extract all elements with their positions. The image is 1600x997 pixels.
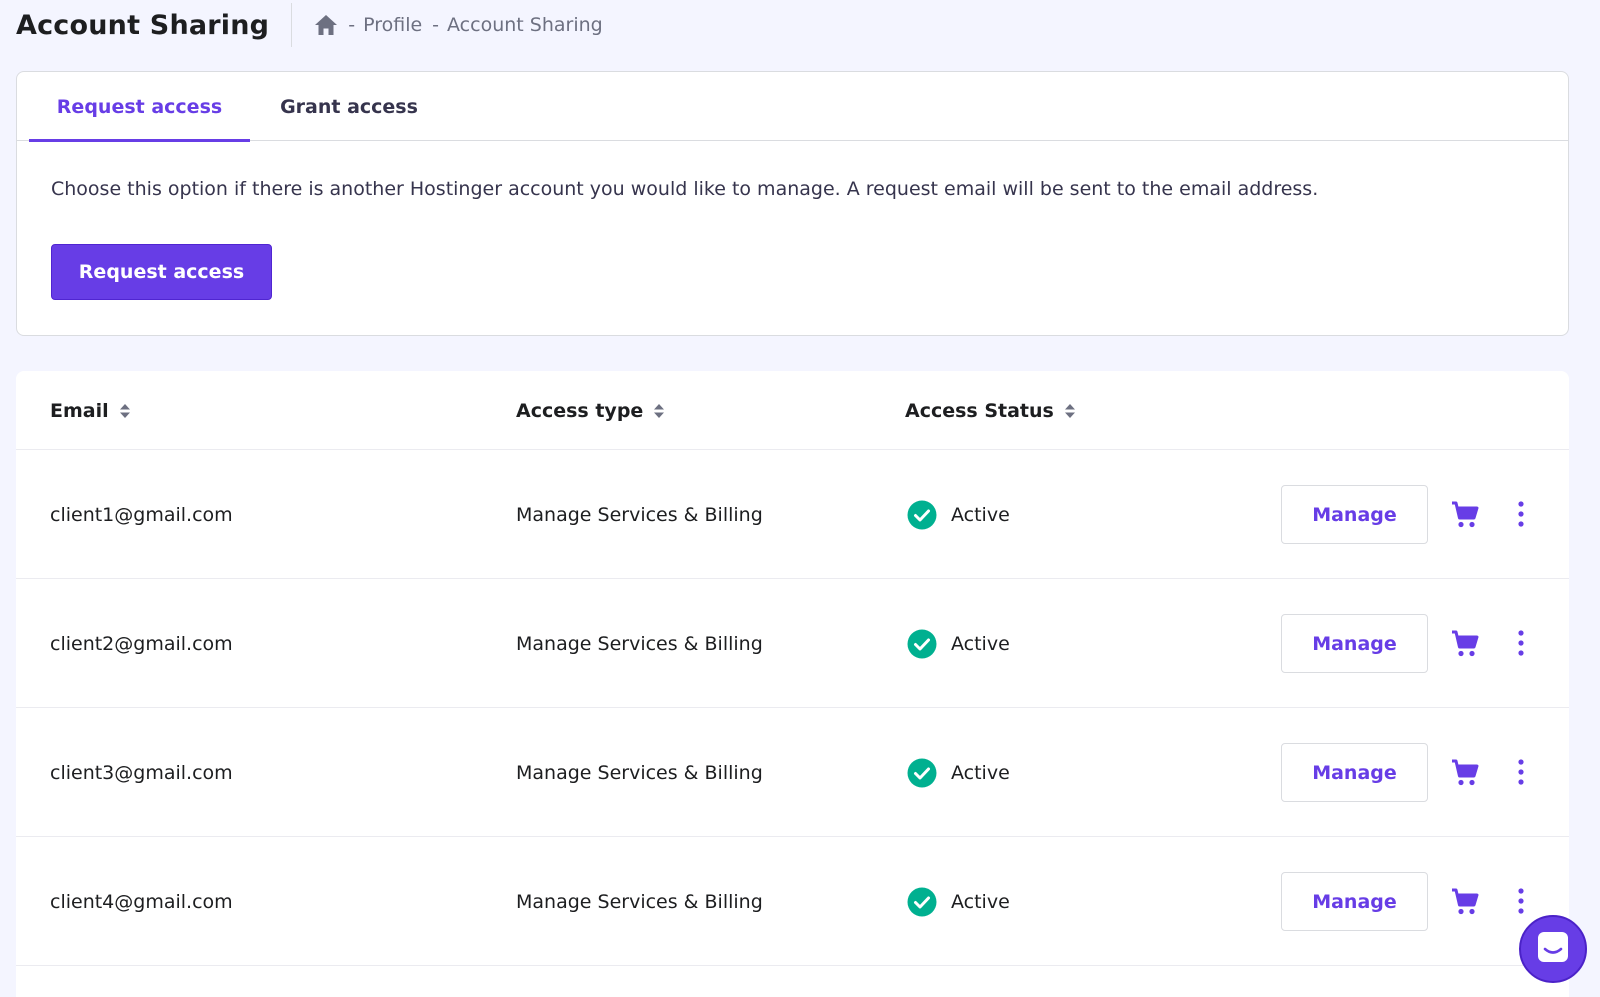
row-access-type: Manage Services & Billing xyxy=(516,503,763,526)
column-header-label: Access Status xyxy=(905,399,1054,422)
check-circle-icon xyxy=(907,887,937,917)
column-header-access-status[interactable]: Access Status xyxy=(905,371,1076,450)
breadcrumb-current: Account Sharing xyxy=(447,14,603,36)
page-header: Account Sharing - Profile - Account Shar… xyxy=(16,0,603,50)
tab-description: Choose this option if there is another H… xyxy=(51,178,1319,200)
tab-grant-access[interactable]: Grant access xyxy=(250,72,448,141)
request-access-button[interactable]: Request access xyxy=(51,244,272,300)
row-email: client2@gmail.com xyxy=(50,632,233,655)
table-row: client2@gmail.com Manage Services & Bill… xyxy=(16,579,1569,708)
status-label: Active xyxy=(951,761,1010,784)
row-email: client3@gmail.com xyxy=(50,761,233,784)
breadcrumb-separator: - xyxy=(348,14,356,36)
more-vertical-icon[interactable] xyxy=(1516,499,1526,529)
tab-bar: Request access Grant access xyxy=(17,72,1568,142)
status-label: Active xyxy=(951,632,1010,655)
manage-button[interactable]: Manage xyxy=(1281,872,1428,931)
more-vertical-icon[interactable] xyxy=(1516,757,1526,787)
column-header-label: Email xyxy=(50,399,109,422)
table-header: Email Access type Access Status xyxy=(16,371,1569,450)
access-table: Email Access type Access Status client1@ xyxy=(16,371,1569,997)
column-header-access-type[interactable]: Access type xyxy=(516,371,665,450)
manage-button[interactable]: Manage xyxy=(1281,614,1428,673)
check-circle-icon xyxy=(907,500,937,530)
sort-icon xyxy=(119,402,131,420)
row-access-type: Manage Services & Billing xyxy=(516,890,763,913)
header-divider xyxy=(291,3,293,47)
more-vertical-icon[interactable] xyxy=(1516,628,1526,658)
table-row: client4@gmail.com Manage Services & Bill… xyxy=(16,837,1569,966)
page-title: Account Sharing xyxy=(16,9,270,41)
page: Account Sharing - Profile - Account Shar… xyxy=(0,0,1600,997)
manage-button[interactable]: Manage xyxy=(1281,485,1428,544)
chat-widget-button[interactable] xyxy=(1519,915,1587,983)
cart-icon[interactable] xyxy=(1450,887,1480,917)
more-vertical-icon[interactable] xyxy=(1516,886,1526,916)
sort-icon xyxy=(1064,402,1076,420)
access-tabs-card: Request access Grant access Choose this … xyxy=(16,71,1569,336)
cart-icon[interactable] xyxy=(1450,500,1480,530)
manage-button[interactable]: Manage xyxy=(1281,743,1428,802)
cart-icon[interactable] xyxy=(1450,629,1480,659)
check-circle-icon xyxy=(907,629,937,659)
breadcrumb: - Profile - Account Sharing xyxy=(314,14,603,36)
row-status: Active xyxy=(907,579,1010,708)
breadcrumb-profile[interactable]: Profile xyxy=(363,14,422,36)
row-email: client4@gmail.com xyxy=(50,890,233,913)
column-header-email[interactable]: Email xyxy=(50,371,131,450)
breadcrumb-separator: - xyxy=(432,14,440,36)
status-label: Active xyxy=(951,890,1010,913)
row-access-type: Manage Services & Billing xyxy=(516,761,763,784)
row-status: Active xyxy=(907,837,1010,966)
chat-icon xyxy=(1535,929,1571,969)
home-icon[interactable] xyxy=(314,14,338,36)
tab-request-access[interactable]: Request access xyxy=(29,72,250,142)
row-email: client1@gmail.com xyxy=(50,503,233,526)
cart-icon[interactable] xyxy=(1450,758,1480,788)
status-label: Active xyxy=(951,503,1010,526)
check-circle-icon xyxy=(907,758,937,788)
row-access-type: Manage Services & Billing xyxy=(516,632,763,655)
row-status: Active xyxy=(907,708,1010,837)
table-row: client1@gmail.com Manage Services & Bill… xyxy=(16,450,1569,579)
column-header-label: Access type xyxy=(516,399,644,422)
row-status: Active xyxy=(907,450,1010,579)
table-row: client3@gmail.com Manage Services & Bill… xyxy=(16,708,1569,837)
sort-icon xyxy=(653,402,665,420)
